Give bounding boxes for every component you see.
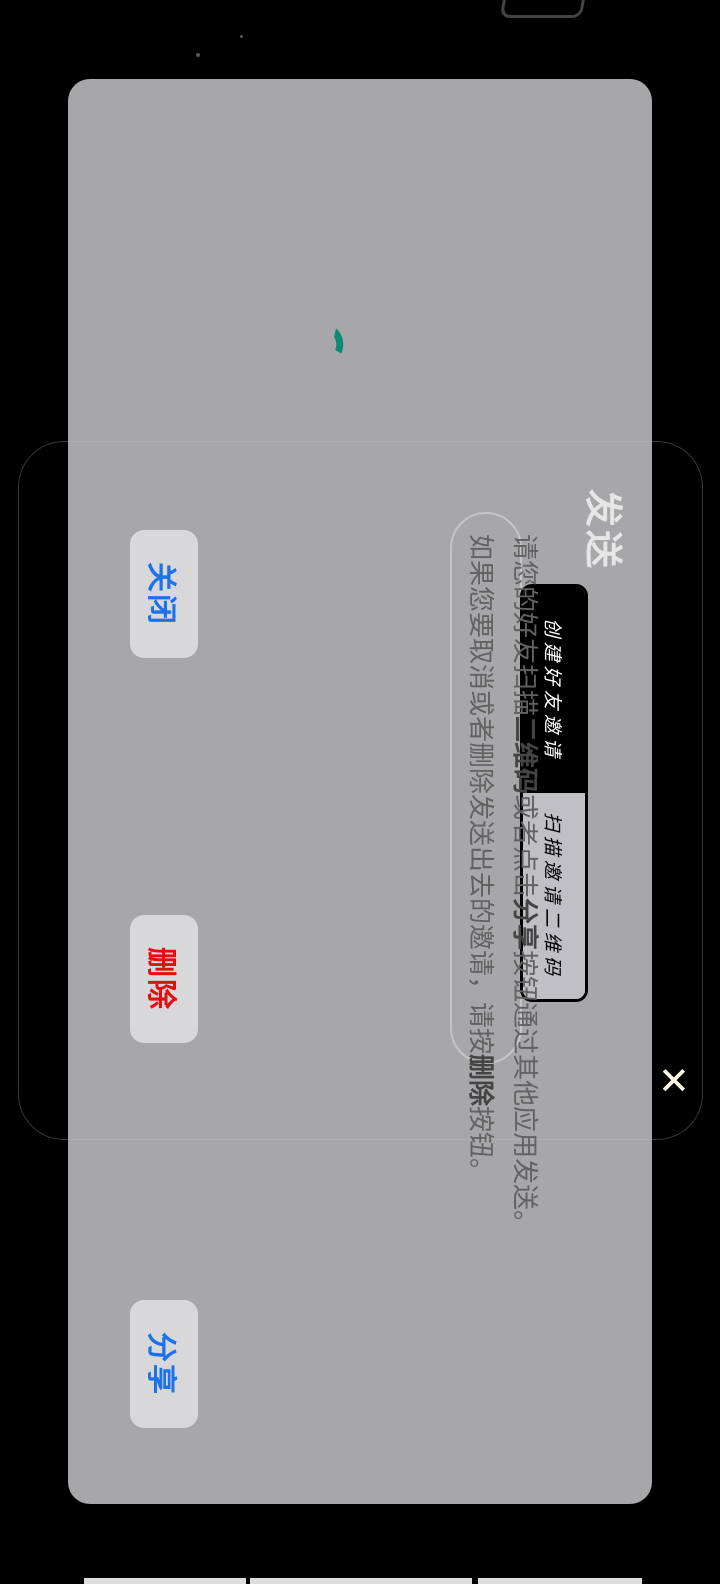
dialog-title: 发送 [581, 489, 625, 572]
text-span: 如果您要取消或者删除发送出去的邀请，请按 [465, 534, 495, 1055]
text-span: 按钮通过其他应用发送。 [509, 950, 539, 1237]
text-span: 或者点击 [509, 794, 539, 899]
dialog-content: 发送 创建好友邀请 扫描邀请二维码 请您的好友扫描二维码或者点击分享按钮通过其他… [68, 79, 652, 1504]
bottom-bar-segment [250, 1578, 472, 1584]
text-span-bold: 删除 [465, 1054, 495, 1107]
close-button[interactable]: 关闭 [130, 530, 198, 658]
instruction-text: 请您的好友扫描二维码或者点击分享按钮通过其他应用发送。 如果您要取消或者删除发送… [458, 534, 546, 1294]
bottom-bar-segment [478, 1578, 642, 1584]
screen: ✕ 发送 创建好友邀请 扫描邀请二维码 请您的好友扫描二维码或者点击分享按钮通过… [0, 0, 720, 1584]
delete-button[interactable]: 删除 [130, 915, 198, 1043]
text-span: 请您的好友扫描 [509, 534, 539, 717]
close-icon[interactable]: ✕ [658, 1062, 690, 1100]
instruction-line-1: 请您的好友扫描二维码或者点击分享按钮通过其他应用发送。 [502, 534, 546, 1294]
star-decoration [196, 53, 200, 57]
send-invite-dialog: 发送 创建好友邀请 扫描邀请二维码 请您的好友扫描二维码或者点击分享按钮通过其他… [68, 79, 652, 1504]
share-button[interactable]: 分享 [130, 1300, 198, 1428]
instruction-line-2: 如果您要取消或者删除发送出去的邀请，请按删除按钮。 [458, 534, 502, 1294]
star-decoration [240, 35, 243, 38]
bottom-bar-segment [84, 1578, 246, 1584]
text-span: 按钮。 [465, 1106, 495, 1185]
text-span-bold: 分享 [509, 898, 539, 951]
top-notch-decoration [499, 0, 589, 18]
text-span-bold: 二维码 [509, 716, 539, 795]
